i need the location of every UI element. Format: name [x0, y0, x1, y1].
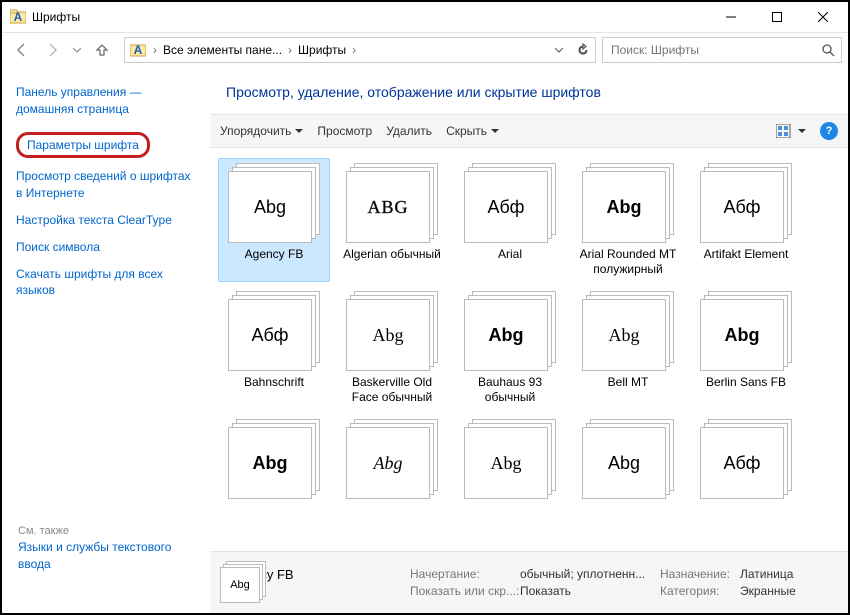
- font-label: Bahnschrift: [244, 375, 304, 390]
- font-item[interactable]: Abg: [218, 414, 330, 508]
- hide-button[interactable]: Скрыть: [446, 124, 499, 138]
- font-label: Arial Rounded MT полужирный: [577, 247, 679, 277]
- font-item[interactable]: Abg: [336, 414, 448, 508]
- close-button[interactable]: [800, 2, 846, 32]
- up-button[interactable]: [88, 37, 116, 63]
- minimize-button[interactable]: [708, 2, 754, 32]
- details-value: Экранные: [740, 584, 840, 598]
- details-pane: Abg Agency FB Начертание: обычный; уплот…: [210, 551, 848, 613]
- back-button[interactable]: [8, 37, 36, 63]
- fonts-folder-icon: A: [10, 9, 26, 25]
- font-label: Baskerville Old Face обычный: [341, 375, 443, 405]
- font-item[interactable]: Абф: [690, 414, 802, 508]
- font-grid: AbgAgency FBABGAlgerian обычныйАбфArialA…: [210, 148, 848, 551]
- details-label: Назначение:: [660, 567, 740, 582]
- font-label: Bauhaus 93 обычный: [459, 375, 561, 405]
- font-item[interactable]: AbgBell MT: [572, 286, 684, 410]
- window-title: Шрифты: [32, 10, 708, 24]
- font-item[interactable]: АбфArtifakt Element: [690, 158, 802, 282]
- help-button[interactable]: ?: [820, 122, 838, 140]
- search-input[interactable]: [603, 43, 815, 57]
- details-label: Категория:: [660, 584, 740, 598]
- maximize-button[interactable]: [754, 2, 800, 32]
- chevron-right-icon: ›: [151, 43, 159, 57]
- font-item[interactable]: AbgBerlin Sans FB: [690, 286, 802, 410]
- history-dropdown[interactable]: [68, 37, 86, 63]
- sidebar-link[interactable]: Просмотр сведений о шрифтах в Интернете: [16, 168, 196, 202]
- font-item[interactable]: AbgBaskerville Old Face обычный: [336, 286, 448, 410]
- fonts-folder-icon: A: [127, 39, 149, 61]
- organize-button[interactable]: Упорядочить: [220, 124, 303, 138]
- search-box[interactable]: [602, 37, 842, 63]
- address-bar[interactable]: A › Все элементы пане... › Шрифты ›: [124, 37, 596, 63]
- preview-button[interactable]: Просмотр: [317, 124, 372, 138]
- details-label: Показать или скр...:: [410, 584, 520, 598]
- details-value: обычный; уплотненн...: [520, 567, 660, 582]
- details-value: Показать: [520, 584, 660, 598]
- font-label: Berlin Sans FB: [706, 375, 786, 390]
- details-value: Латиница: [740, 567, 840, 582]
- sidebar-link[interactable]: Скачать шрифты для всех языков: [16, 266, 196, 300]
- font-item[interactable]: AbgArial Rounded MT полужирный: [572, 158, 684, 282]
- chevron-right-icon: ›: [350, 43, 358, 57]
- font-item[interactable]: Abg: [454, 414, 566, 508]
- font-settings-link[interactable]: Параметры шрифта: [27, 137, 139, 154]
- view-options-button[interactable]: [776, 124, 806, 138]
- search-icon[interactable]: [815, 38, 841, 62]
- sidebar-link[interactable]: Поиск символа: [16, 239, 196, 256]
- font-item[interactable]: AbgBauhaus 93 обычный: [454, 286, 566, 410]
- sidebar-link[interactable]: Настройка текста ClearType: [16, 212, 196, 229]
- delete-button[interactable]: Удалить: [386, 124, 432, 138]
- font-label: Arial: [498, 247, 522, 262]
- font-label: Bell MT: [608, 375, 649, 390]
- control-panel-home-link[interactable]: Панель управления — домашняя страница: [16, 84, 196, 118]
- font-item[interactable]: ABGAlgerian обычный: [336, 158, 448, 282]
- font-item[interactable]: AbgAgency FB: [218, 158, 330, 282]
- breadcrumb[interactable]: Все элементы пане...: [159, 38, 286, 62]
- svg-text:A: A: [134, 43, 143, 57]
- font-item[interactable]: Abg: [572, 414, 684, 508]
- font-label: Artifakt Element: [704, 247, 789, 262]
- refresh-button[interactable]: [571, 38, 595, 62]
- page-title: Просмотр, удаление, отображение или скры…: [210, 66, 848, 114]
- forward-button[interactable]: [38, 37, 66, 63]
- sidebar-link[interactable]: Языки и службы текстового ввода: [18, 539, 198, 573]
- breadcrumb[interactable]: Шрифты: [294, 38, 350, 62]
- chevron-right-icon: ›: [286, 43, 294, 57]
- font-label: Algerian обычный: [343, 247, 441, 262]
- address-dropdown[interactable]: [547, 38, 571, 62]
- svg-text:A: A: [14, 10, 23, 24]
- font-label: Agency FB: [245, 247, 304, 262]
- see-also-label: См. также: [18, 525, 69, 537]
- details-label: Начертание:: [410, 567, 520, 582]
- font-item[interactable]: АбфBahnschrift: [218, 286, 330, 410]
- font-item[interactable]: АбфArial: [454, 158, 566, 282]
